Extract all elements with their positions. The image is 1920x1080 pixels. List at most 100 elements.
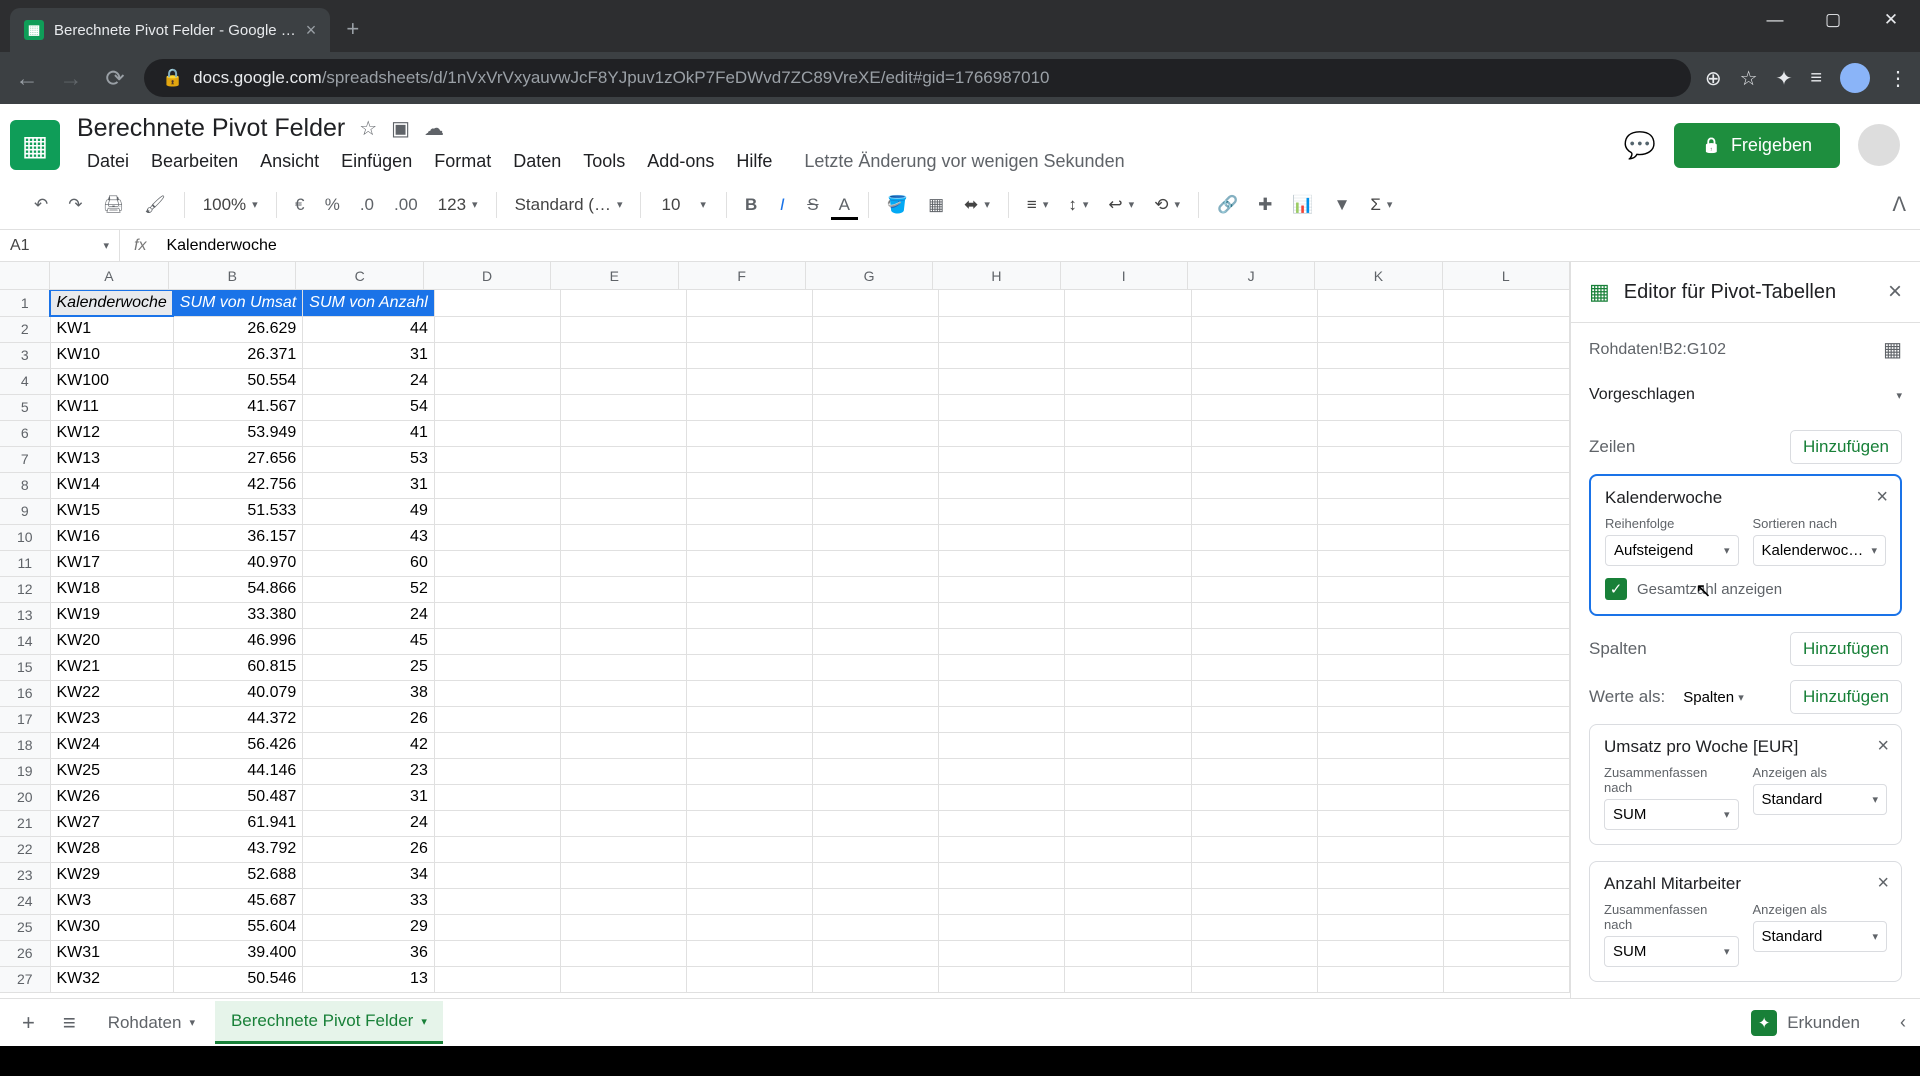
menu-addons[interactable]: Add-ons [637, 147, 724, 176]
menu-view[interactable]: Ansicht [250, 147, 329, 176]
col-header[interactable]: H [933, 262, 1060, 289]
menu-icon[interactable]: ⋮ [1888, 66, 1908, 91]
comments-icon[interactable]: 💬 [1624, 130, 1656, 161]
value-field-card[interactable]: × Umsatz pro Woche [EUR] Zusammenfassen … [1589, 724, 1902, 845]
add-col-button[interactable]: Hinzufügen [1790, 632, 1902, 666]
col-header[interactable]: B [169, 262, 296, 289]
show-totals-checkbox[interactable]: ✓ [1605, 578, 1627, 600]
font-select[interactable]: Standard (…▾ [507, 195, 631, 215]
col-header[interactable]: C [296, 262, 423, 289]
close-icon[interactable]: × [306, 20, 317, 41]
cloud-icon[interactable]: ☁ [424, 116, 444, 141]
menu-insert[interactable]: Einfügen [331, 147, 422, 176]
col-header[interactable]: A [50, 262, 169, 289]
add-value-button[interactable]: Hinzufügen [1790, 680, 1902, 714]
col-header[interactable]: J [1188, 262, 1315, 289]
add-row-button[interactable]: Hinzufügen [1790, 430, 1902, 464]
summarize-select[interactable]: SUM▾ [1604, 936, 1739, 967]
name-box[interactable]: A1▾ [0, 230, 120, 261]
text-color-button[interactable]: A [831, 189, 858, 220]
share-button[interactable]: Freigeben [1674, 123, 1840, 168]
col-header[interactable]: L [1443, 262, 1570, 289]
showas-select[interactable]: Standard▾ [1753, 784, 1888, 815]
summarize-select[interactable]: SUM▾ [1604, 799, 1739, 830]
row-field-card[interactable]: × Kalenderwoche Reihenfolge Aufsteigend▾… [1589, 474, 1902, 616]
format-select[interactable]: 123▾ [430, 195, 486, 215]
account-avatar[interactable] [1858, 124, 1900, 166]
bookmark-icon[interactable]: ☆ [1740, 66, 1758, 91]
fill-color-icon[interactable]: 🪣 [879, 189, 916, 221]
sheet-tab[interactable]: Rohdaten▾ [92, 1003, 211, 1043]
currency-button[interactable]: € [287, 189, 313, 221]
add-sheet-button[interactable]: + [10, 1002, 47, 1044]
extensions-icon[interactable]: ✦ [1776, 66, 1793, 91]
back-icon[interactable]: ← [12, 65, 42, 92]
col-header[interactable]: E [551, 262, 678, 289]
reading-list-icon[interactable]: ≡ [1810, 67, 1822, 90]
remove-field-icon[interactable]: × [1877, 872, 1889, 895]
redo-icon[interactable]: ↷ [60, 189, 90, 221]
suggested-toggle[interactable]: Vorgeschlagen ▾ [1589, 380, 1902, 410]
col-header[interactable]: D [424, 262, 551, 289]
star-icon[interactable]: ☆ [359, 116, 377, 141]
comment-icon[interactable]: ✚ [1250, 189, 1280, 221]
font-size-select[interactable]: 10▾ [651, 195, 715, 215]
decrease-decimal-button[interactable]: .0 [352, 189, 382, 221]
chart-icon[interactable]: 📊 [1284, 189, 1321, 221]
remove-field-icon[interactable]: × [1876, 486, 1888, 509]
sortby-select[interactable]: Kalenderwoc…▾ [1753, 535, 1887, 566]
link-icon[interactable]: 🔗 [1209, 189, 1246, 221]
last-edit-text[interactable]: Letzte Änderung vor wenigen Sekunden [794, 147, 1134, 176]
col-header[interactable]: G [806, 262, 933, 289]
print-icon[interactable]: 🖨 [95, 189, 133, 221]
menu-tools[interactable]: Tools [573, 147, 635, 176]
sheet-tab-active[interactable]: Berechnete Pivot Felder▾ [215, 1001, 443, 1044]
merge-button[interactable]: ⬌▾ [956, 195, 998, 215]
menu-file[interactable]: Datei [77, 147, 139, 176]
menu-edit[interactable]: Bearbeiten [141, 147, 248, 176]
showas-select[interactable]: Standard▾ [1753, 921, 1888, 952]
data-source[interactable]: Rohdaten!B2:G102 [1589, 341, 1726, 359]
spreadsheet-grid[interactable]: A B C D E F G H I J K L 1 Kalenderwoche … [0, 262, 1570, 998]
collapse-toolbar-icon[interactable]: ᐱ [1892, 192, 1906, 217]
col-header[interactable]: K [1315, 262, 1442, 289]
new-tab-button[interactable]: + [330, 16, 375, 52]
profile-avatar-icon[interactable] [1840, 63, 1870, 93]
close-window-icon[interactable]: ✕ [1862, 0, 1920, 40]
halign-button[interactable]: ≡▾ [1019, 195, 1056, 215]
menu-help[interactable]: Hilfe [726, 147, 782, 176]
all-sheets-button[interactable]: ≡ [51, 1002, 88, 1044]
explore-button[interactable]: ✦ Erkunden [1751, 1010, 1860, 1036]
value-field-card[interactable]: × Anzahl Mitarbeiter Zusammenfassen nach… [1589, 861, 1902, 982]
zoom-select[interactable]: 100%▾ [195, 195, 266, 215]
url-input[interactable]: 🔒 docs.google.com/spreadsheets/d/1nVxVrV… [144, 59, 1691, 97]
col-header[interactable]: I [1061, 262, 1188, 289]
filter-icon[interactable]: ▼ [1326, 189, 1359, 221]
bold-button[interactable]: B [737, 189, 765, 221]
borders-icon[interactable]: ▦ [920, 189, 952, 221]
functions-button[interactable]: Σ▾ [1362, 195, 1400, 215]
valign-button[interactable]: ↕▾ [1060, 195, 1096, 215]
select-all-corner[interactable] [0, 262, 50, 289]
select-range-icon[interactable]: ▦ [1883, 337, 1902, 362]
menu-format[interactable]: Format [424, 147, 501, 176]
doc-title[interactable]: Berechnete Pivot Felder [77, 114, 345, 143]
paint-format-icon[interactable]: 🖌 [136, 189, 174, 221]
sheets-logo-icon[interactable] [10, 120, 60, 170]
minimize-icon[interactable]: — [1746, 0, 1804, 40]
increase-decimal-button[interactable]: .00 [386, 189, 426, 221]
italic-button[interactable]: I [769, 189, 795, 221]
strike-button[interactable]: S [799, 189, 826, 221]
order-select[interactable]: Aufsteigend▾ [1605, 535, 1739, 566]
reload-icon[interactable]: ⟳ [100, 65, 130, 92]
values-as-select[interactable]: Spalten ▾ [1675, 685, 1752, 710]
wrap-button[interactable]: ↩▾ [1100, 195, 1142, 215]
browser-tab[interactable]: ▦ Berechnete Pivot Felder - Google … × [10, 8, 330, 52]
percent-button[interactable]: % [317, 189, 348, 221]
rotate-button[interactable]: ⟲▾ [1146, 195, 1188, 215]
close-panel-icon[interactable]: × [1888, 278, 1902, 306]
side-panel-toggle-icon[interactable]: ‹ [1900, 1012, 1906, 1033]
undo-icon[interactable]: ↶ [26, 189, 56, 221]
formula-input[interactable]: Kalenderwoche [160, 237, 276, 255]
menu-data[interactable]: Daten [503, 147, 571, 176]
